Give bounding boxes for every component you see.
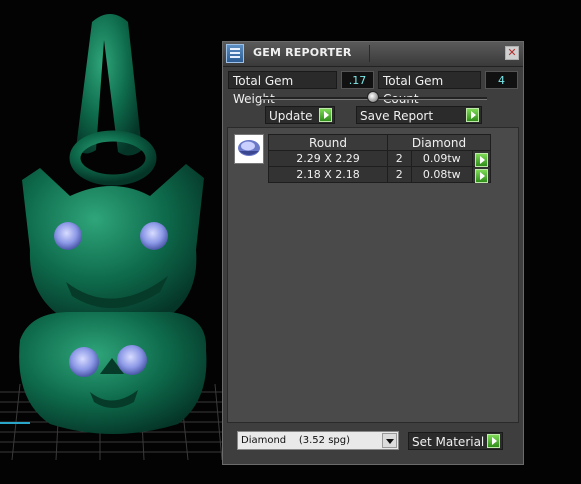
close-icon[interactable]: ✕ [505,46,519,60]
material-select[interactable]: Diamond (3.52 spg) [237,431,399,450]
table-header-row: Round Diamond [268,134,491,151]
title-bar[interactable]: GEM REPORTER ✕ [223,42,523,67]
table-row[interactable]: 2.18 X 2.18 2 0.08tw [268,166,491,183]
row-select-cell[interactable] [472,166,491,183]
save-report-button[interactable]: Save Report [356,106,482,124]
row-select-cell[interactable] [472,150,491,167]
set-material-label: Set Material [412,435,485,449]
arrow-right-icon[interactable] [475,152,489,167]
gem-round-icon[interactable] [234,134,264,164]
gem-size: 2.29 X 2.29 [268,150,388,167]
gem-reporter-panel: GEM REPORTER ✕ Total Gem Weight .17 Tota… [222,41,524,465]
table-row[interactable]: 2.29 X 2.29 2 0.09tw [268,150,491,167]
total-gem-count-value: 4 [485,71,518,89]
gem-weight: 0.09tw [410,150,474,167]
gem-qty: 2 [387,150,412,167]
update-button[interactable]: Update [265,106,335,124]
update-label: Update [269,109,313,123]
header-shape: Round [268,134,388,151]
gem-size: 2.18 X 2.18 [268,166,388,183]
title-divider [369,45,512,62]
gem-weight: 0.08tw [410,166,474,183]
arrow-right-icon [487,434,500,448]
slider-thumb[interactable] [367,91,379,103]
gem-left-eye [54,222,82,250]
panel-title: GEM REPORTER [253,46,352,59]
total-gem-weight-value: .17 [341,71,374,89]
arrow-right-icon [466,108,479,122]
gem-list: Round Diamond 2.29 X 2.29 2 0.09tw 2.18 … [227,127,519,423]
gem-right-eye [140,222,168,250]
gem-qty: 2 [387,166,412,183]
arrow-right-icon [319,108,332,122]
set-material-button[interactable]: Set Material [408,432,503,450]
gem-pumpkin-right [117,345,147,375]
dropdown-arrow-icon[interactable] [382,433,397,448]
material-selected: Diamond (3.52 spg) [241,435,351,446]
total-gem-weight-label: Total Gem Weight [228,71,337,106]
header-material: Diamond [387,134,491,151]
gem-reporter-icon [226,44,244,63]
total-gem-count-label: Total Gem Count [378,71,481,106]
gem-table: Round Diamond 2.29 X 2.29 2 0.09tw 2.18 … [268,134,491,183]
arrow-right-icon[interactable] [475,168,489,183]
gem-pumpkin-left [69,347,99,377]
save-report-label: Save Report [360,109,434,123]
